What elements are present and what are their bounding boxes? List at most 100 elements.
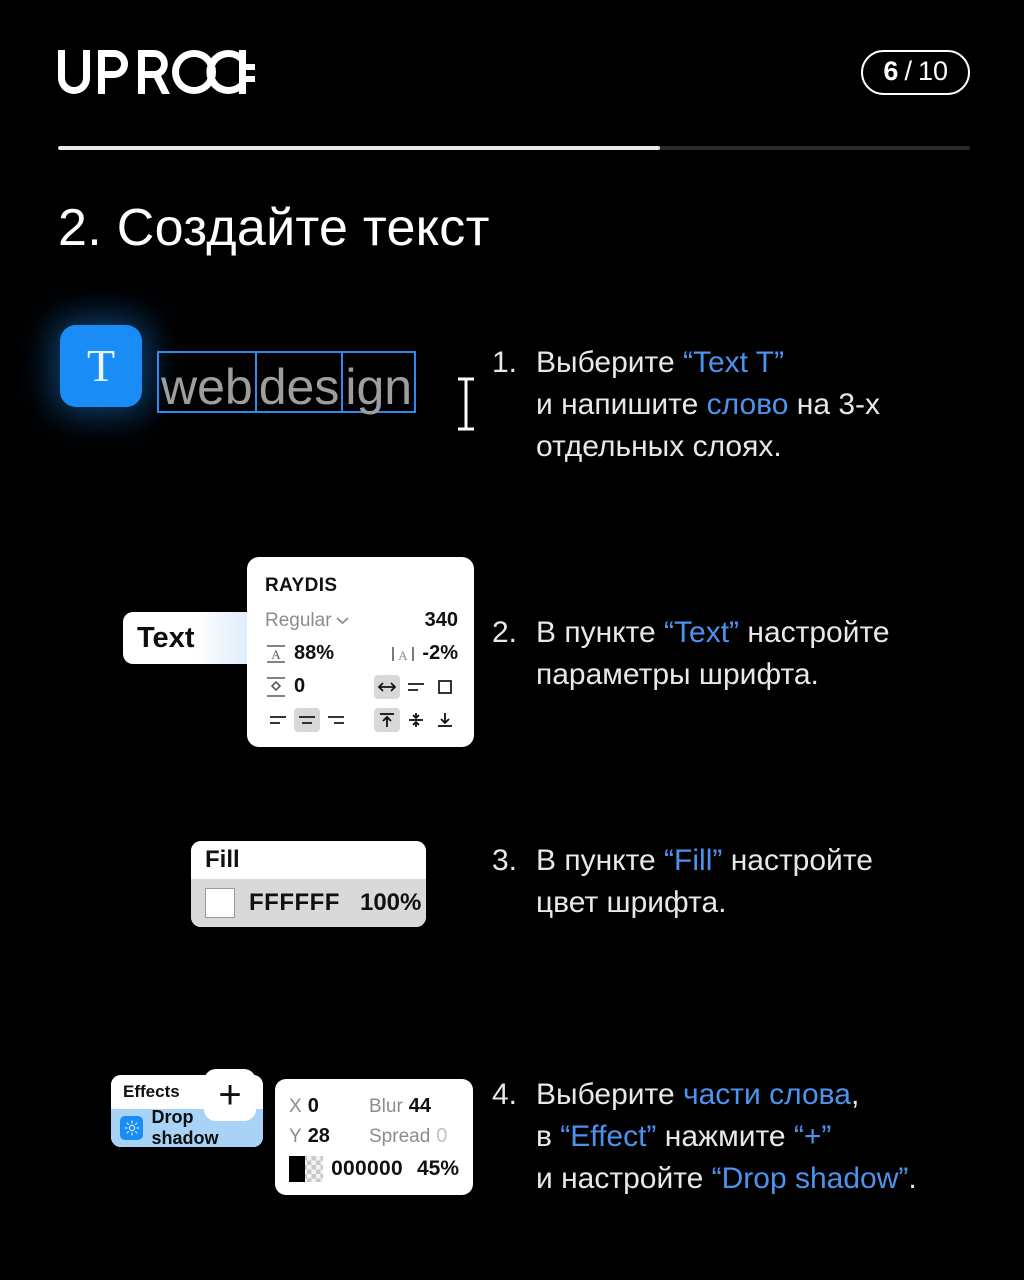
fill-panel-title: Fill — [191, 841, 426, 879]
step-number: 4. — [492, 1078, 518, 1111]
shadow-spread-value[interactable]: 0 — [436, 1125, 447, 1148]
font-size-value[interactable]: 340 — [425, 609, 458, 632]
step-line: и настройте “Drop shadow”. — [492, 1158, 917, 1200]
font-family-name: RAYDIS — [265, 575, 338, 596]
step-line: цвет шрифта. — [492, 882, 873, 924]
svg-text:A: A — [271, 647, 281, 662]
text-layer-boxes: web des ign — [157, 351, 417, 415]
align-middle-icon[interactable] — [403, 708, 429, 732]
text-layer-box-des[interactable]: des — [254, 351, 344, 415]
plain-text: цвет шрифта. — [536, 886, 727, 919]
paragraph-spacing-icon — [267, 676, 285, 697]
step-line: отдельных слоях. — [492, 426, 880, 468]
fill-panel: Fill FFFFFF 100% — [191, 841, 426, 927]
align-bottom-icon[interactable] — [432, 708, 458, 732]
plain-text: и настройте — [536, 1162, 712, 1195]
fill-opacity-value[interactable]: 100% — [360, 889, 421, 917]
plain-text: Выберите — [536, 346, 683, 379]
highlight-text: “Effect” — [560, 1120, 657, 1153]
line-height-value[interactable]: 88% — [294, 642, 334, 665]
step-line: 1. Выберите “Text T” — [492, 342, 880, 384]
step-line-text: и настройте “Drop shadow”. — [536, 1158, 917, 1200]
align-top-icon[interactable] — [374, 707, 400, 732]
page-counter: 6 / 10 — [861, 49, 970, 95]
shadow-spread-label: Spread — [369, 1125, 431, 1147]
shadow-color-row: 000000 45% — [289, 1153, 459, 1185]
step-line: 4. Выберите части слова, — [492, 1074, 917, 1116]
plain-text: нажмите — [656, 1120, 794, 1153]
step-item-3: 3. В пункте “Fill” настройте цвет шрифта. — [492, 840, 873, 924]
slide-root: 6 / 10 2. Создайте текст T web des ign Tex… — [0, 0, 1024, 1280]
step-line-text: В пункте “Text” настройте — [536, 612, 890, 654]
plain-text: В пункте — [536, 616, 665, 649]
shadow-hex-value[interactable]: 000000 — [331, 1157, 403, 1181]
drop-shadow-icon — [120, 1116, 144, 1140]
plain-text: параметры шрифта. — [536, 658, 819, 691]
text-layer-label: des — [258, 359, 340, 415]
text-layer-box-ign[interactable]: ign — [341, 351, 417, 415]
highlight-text: “Drop shadow” — [711, 1162, 909, 1195]
svg-text:A: A — [399, 648, 409, 663]
text-layer-box-web[interactable]: web — [157, 351, 257, 413]
progress-fill — [58, 146, 660, 150]
i-beam-cursor-icon — [458, 377, 474, 431]
plain-text: и напишите — [536, 388, 707, 421]
page-current: 6 — [883, 55, 899, 86]
plus-icon: + — [218, 1073, 242, 1117]
line-height-letterspacing-row: A 88% A -2% — [265, 637, 458, 670]
step-line-text: в “Effect” нажмите “+” — [536, 1116, 831, 1158]
uprock-wordmark-icon — [58, 50, 255, 94]
fixed-size-icon[interactable] — [432, 675, 458, 699]
shadow-opacity-value[interactable]: 45% — [417, 1157, 459, 1181]
step-item-2: 2. В пункте “Text” настройте параметры шри… — [492, 612, 890, 696]
color-swatch-white[interactable] — [205, 888, 235, 918]
step-line-text: Выберите части слова, — [536, 1074, 859, 1116]
text-tool-button[interactable]: T — [60, 325, 142, 407]
auto-height-icon[interactable] — [403, 675, 429, 699]
alignment-row — [265, 703, 458, 736]
auto-width-icon[interactable] — [374, 674, 400, 699]
font-style-label: Regular — [265, 609, 332, 631]
plain-text: В пункте — [536, 844, 665, 877]
align-left-icon[interactable] — [265, 708, 291, 732]
step-line-text: В пункте “Fill” настройте — [536, 840, 873, 882]
add-effect-button[interactable]: + — [204, 1069, 256, 1121]
text-layer-label: web — [161, 359, 253, 415]
step-number: 3. — [492, 844, 518, 877]
highlight-text: “Text” — [664, 616, 740, 649]
highlight-text: “Text T” — [682, 346, 785, 379]
highlight-text: слово — [706, 388, 789, 421]
step-line-text: параметры шрифта. — [536, 654, 819, 696]
shadow-blur-label: Blur — [369, 1095, 403, 1117]
step-number: 1. — [492, 346, 518, 379]
align-center-icon[interactable] — [294, 707, 320, 732]
paragraph-spacing-resize-row: 0 — [265, 670, 458, 703]
text-tool-T-icon: T — [86, 340, 116, 391]
step-line: и напишите слово на 3-х — [492, 384, 880, 426]
shadow-x-blur-row: X 0 Blur 44 — [289, 1091, 459, 1121]
shadow-blur-value[interactable]: 44 — [409, 1095, 431, 1118]
shadow-x-label: X — [289, 1095, 302, 1117]
fill-color-row: FFFFFF 100% — [191, 879, 426, 927]
font-properties-panel: RAYDIS Regular 340 A 88% A -2% 0 — [247, 557, 474, 747]
font-style-row: Regular 340 — [265, 604, 458, 637]
text-layer-label: ign — [345, 359, 413, 415]
plain-text: . — [908, 1162, 917, 1195]
plain-text: настройте — [722, 844, 873, 877]
align-right-icon[interactable] — [323, 708, 349, 732]
step-item-1: 1. Выберите “Text T” и напишите слово на 3… — [492, 342, 880, 468]
color-swatch-checkered-black[interactable] — [289, 1156, 324, 1182]
plain-text: в — [536, 1120, 561, 1153]
paragraph-spacing-value[interactable]: 0 — [294, 675, 305, 698]
fill-hex-value[interactable]: FFFFFF — [249, 889, 340, 917]
highlight-text: “Fill” — [664, 844, 723, 877]
font-style-dropdown[interactable]: Regular — [265, 610, 349, 632]
progress-divider — [58, 146, 970, 150]
shadow-x-value[interactable]: 0 — [308, 1095, 319, 1118]
text-chip-label: Text — [137, 621, 195, 654]
step-line: 3. В пункте “Fill” настройте — [492, 840, 873, 882]
letter-spacing-value[interactable]: -2% — [422, 642, 458, 665]
step-line: в “Effect” нажмите “+” — [492, 1116, 917, 1158]
step-line-text: Выберите “Text T” — [536, 342, 784, 384]
shadow-y-value[interactable]: 28 — [308, 1125, 330, 1148]
